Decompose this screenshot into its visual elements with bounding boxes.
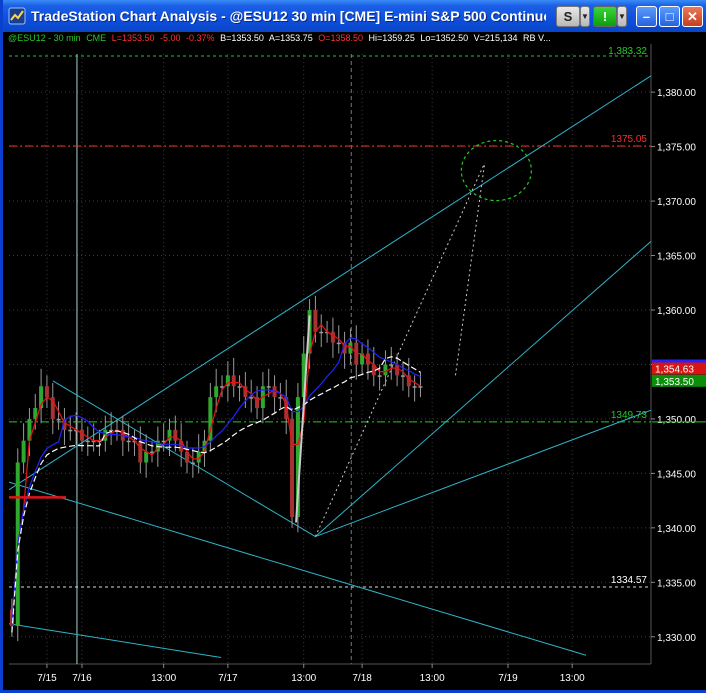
status-change: -5.00 (160, 33, 181, 43)
y-tick-label: 1,365.00 (657, 252, 696, 263)
x-tick-label: 13:00 (560, 673, 585, 684)
y-tick-label: 1,340.00 (657, 524, 696, 535)
candle-body (313, 309, 318, 332)
lower-level-label: 1334.57 (611, 575, 648, 586)
y-tick-label: 1,335.00 (657, 578, 696, 589)
y-tick-label: 1,330.00 (657, 633, 696, 644)
status-more: RB V... (522, 33, 551, 43)
x-tick-label: 7/16 (72, 673, 92, 684)
candle-body (173, 429, 178, 441)
y-tick-label: 1,380.00 (657, 88, 696, 99)
status-ask: A=1353.75 (268, 33, 313, 43)
x-tick-label: 7/15 (37, 673, 57, 684)
candle-body (383, 364, 388, 376)
status-low: Lo=1352.50 (420, 33, 469, 43)
green-alert-button[interactable]: ! (593, 6, 617, 27)
x-tick-label: 7/18 (352, 673, 372, 684)
candle-body (237, 386, 242, 388)
candle-body (377, 375, 382, 377)
x-tick-label: 13:00 (151, 673, 176, 684)
last-price-blue-bar (652, 359, 706, 363)
candle-body (21, 440, 26, 463)
last-price-tag-green: 1,353.50 (655, 377, 694, 388)
top-level-label: 1,383.32 (608, 46, 647, 57)
candle-body (190, 462, 195, 464)
y-tick-label: 1,375.00 (657, 143, 696, 154)
status-volume: V=215,134 (473, 33, 518, 43)
candle-body (231, 375, 236, 387)
candle-body (44, 386, 49, 398)
chart-window: TradeStation Chart Analysis - @ESU12 30 … (0, 0, 706, 693)
status-last: L=1353.50 (111, 33, 155, 43)
maximize-button[interactable]: □ (659, 6, 680, 27)
y-tick-label: 1,370.00 (657, 197, 696, 208)
candle-body (395, 364, 400, 376)
status-open: O=1358.50 (318, 33, 364, 43)
candle-body (249, 397, 254, 399)
title-bar[interactable]: TradeStation Chart Analysis - @ESU12 30 … (3, 0, 706, 32)
candle-body (79, 429, 84, 441)
status-symbol: @ESU12 - 30 min (8, 33, 81, 43)
green-alert-dropdown-button[interactable]: ▼ (617, 6, 627, 27)
candle-body (214, 386, 219, 398)
candle-body (68, 429, 73, 432)
close-button[interactable]: ✕ (682, 6, 703, 27)
x-tick-label: 13:00 (291, 673, 316, 684)
last-price-tag-red: 1,354.63 (655, 364, 694, 375)
candle-body (336, 342, 341, 345)
x-tick-label: 7/17 (218, 673, 238, 684)
candle-body (330, 331, 335, 343)
x-tick-label: 13:00 (420, 673, 445, 684)
s-button[interactable]: S (556, 6, 580, 27)
status-change-pct: -0.37% (186, 33, 215, 43)
window-title: TradeStation Chart Analysis - @ESU12 30 … (31, 8, 546, 24)
status-high: Hi=1359.25 (368, 33, 415, 43)
status-exchange: CME (86, 33, 107, 43)
candle-body (144, 451, 149, 463)
candle-body (138, 440, 143, 463)
minimize-button[interactable]: – (636, 6, 657, 27)
candle-body (85, 440, 90, 443)
candle-body (126, 440, 131, 443)
candle-body (418, 386, 423, 388)
resistance-label: 1375.05 (611, 134, 648, 145)
tradestation-logo-icon (8, 7, 26, 25)
candle-body (266, 386, 271, 388)
status-bid: B=1353.50 (220, 33, 264, 43)
symbol-status-line: @ESU12 - 30 min CME L=1353.50 -5.00 -0.3… (8, 33, 554, 43)
y-tick-label: 1,350.00 (657, 415, 696, 426)
candle-body (389, 364, 394, 366)
candle-body (319, 331, 324, 334)
x-tick-label: 7/19 (498, 673, 518, 684)
support-label: 1349.73 (611, 410, 648, 421)
price-chart[interactable]: 1,380.00 1,375.00 1,370.00 1,365.00 1,360.00… (6, 32, 706, 690)
y-tick-label: 1,360.00 (657, 306, 696, 317)
y-tick-label: 1,345.00 (657, 469, 696, 480)
candle-body (56, 418, 61, 421)
candle-body (412, 386, 417, 388)
candle-body (400, 375, 405, 377)
s-dropdown-button[interactable]: ▼ (580, 6, 590, 27)
